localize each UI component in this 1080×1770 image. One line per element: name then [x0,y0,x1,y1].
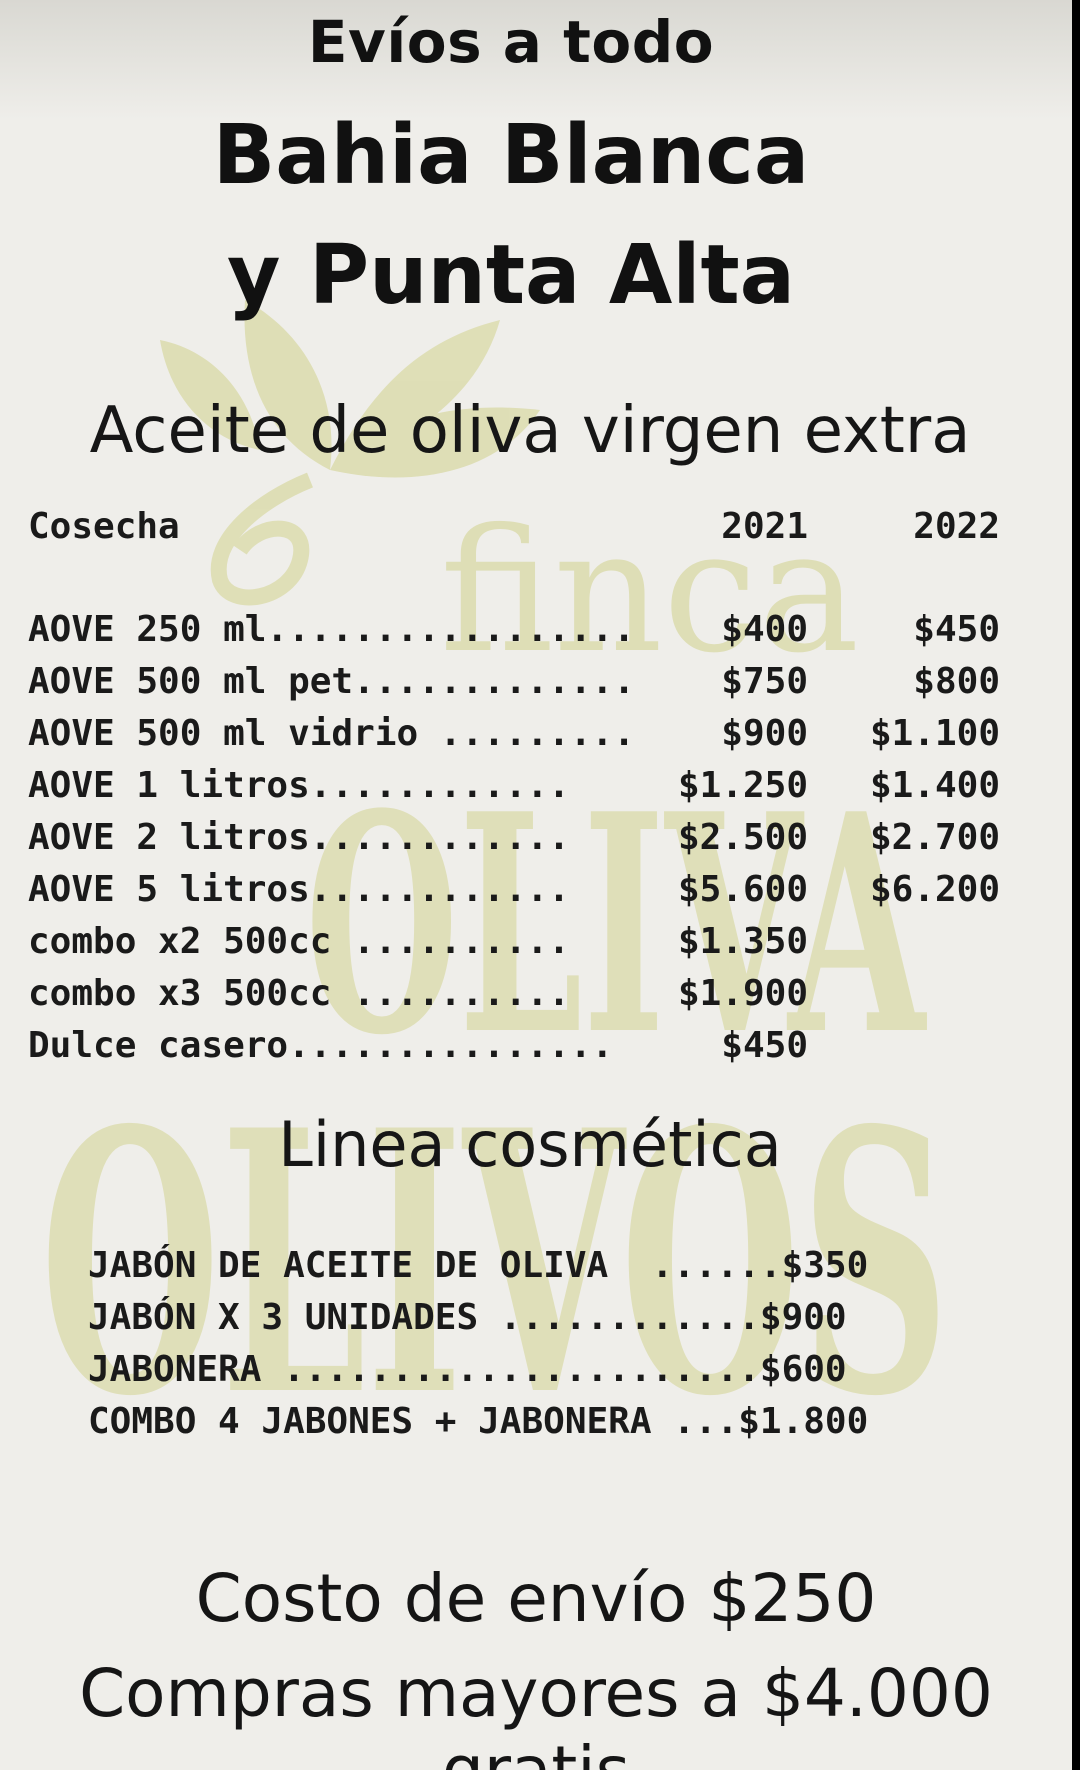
price-2021: $900 [721,713,808,754]
price-2021: $1.350 [677,921,808,962]
price-2021: $400 [721,609,808,650]
year-2022-header: 2022 [913,506,1000,547]
price-row-name: AOVE 1 litros............ [28,765,570,806]
header-line-2: Bahia Blanca [212,108,810,203]
free-shipping-text: Compras mayores a $4.000 gratis [79,1655,993,1770]
cosmetic-item: COMBO 4 JABONES + JABONERA ...$1.800 [88,1401,869,1442]
header-line-3: y Punta Alta [226,228,796,323]
price-row-name: Dulce casero............... [28,1025,614,1066]
olive-stem-shape [210,472,314,606]
cosmetic-item: JABONERA ......................$600 [88,1349,847,1390]
harvest-label: Cosecha [28,506,180,547]
price-row-name: AOVE 250 ml................. [28,609,635,650]
shipping-cost-text: Costo de envío $250 [195,1560,877,1637]
year-2021-header: 2021 [721,506,808,547]
cosmetic-item: JABÓN X 3 UNIDADES ............$900 [88,1297,847,1338]
price-row-name: AOVE 500 ml vidrio ......... [28,713,635,754]
price-list-card: finca OLIVA OLIVOS Evíos a todo Bahia Bl… [0,0,1072,1770]
price-row-name: AOVE 2 litros............ [28,817,570,858]
price-2022: $1.400 [869,765,1000,806]
price-2021: $2.500 [677,817,808,858]
price-2021: $750 [721,661,808,702]
price-2022: $2.700 [869,817,1000,858]
price-2021: $1.250 [677,765,808,806]
price-2022: $6.200 [869,869,1000,910]
price-2021: $450 [721,1025,808,1066]
price-2022: $450 [913,609,1000,650]
oil-section-title: Aceite de oliva virgen extra [89,394,971,468]
header-line-1: Evíos a todo [307,8,715,76]
price-row-name: AOVE 500 ml pet............. [28,661,635,702]
price-row-name: AOVE 5 litros............ [28,869,570,910]
cosmetic-section-title: Linea cosmética [278,1108,782,1181]
price-2021: $1.900 [677,973,808,1014]
price-row-name: combo x3 500cc .......... [28,973,570,1014]
price-2022: $800 [913,661,1000,702]
price-row-name: combo x2 500cc .......... [28,921,570,962]
price-2022: $1.100 [869,713,1000,754]
cosmetic-item: JABÓN DE ACEITE DE OLIVA ......$350 [88,1245,869,1286]
price-2021: $5.600 [677,869,808,910]
